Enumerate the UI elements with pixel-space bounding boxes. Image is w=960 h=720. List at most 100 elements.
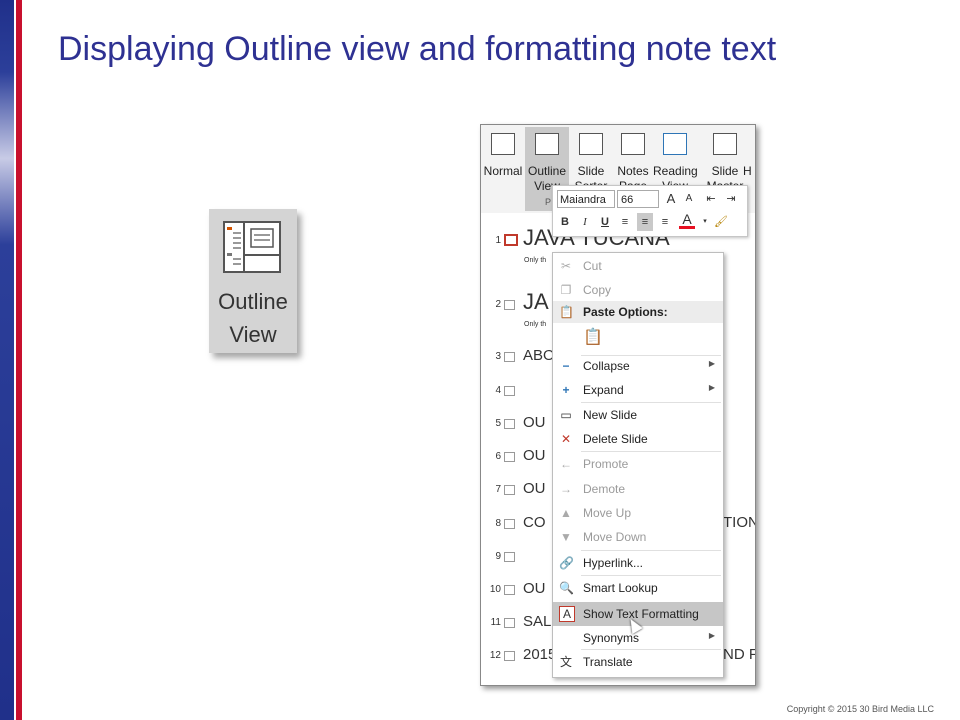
font-color-dropdown-icon[interactable]: ▾ [697,213,713,231]
smart-lookup-icon: 🔍 [559,581,574,595]
decrease-indent-icon[interactable]: ⇤ [703,190,719,208]
slide-sorter-icon [579,133,603,155]
outline-view-label-line2: View [229,322,277,347]
expand-icon: + [562,383,570,397]
menu-item-label: New Slide [583,408,638,422]
menu-item-label: Move Up [583,506,632,520]
slide-number: 1 [495,235,501,246]
delete-slide-icon: ✕ [560,432,572,446]
slide-title: Displaying Outline view and formatting n… [58,30,777,68]
menu-item-paste-keep-text[interactable]: 📋 [553,327,723,353]
slide-number: 3 [495,351,501,362]
font-name-box[interactable]: Maiandra [557,190,615,208]
ribbon-normal-button[interactable]: Normal [481,127,525,211]
underline-button[interactable]: U [597,213,613,231]
text-formatting-icon: A [559,606,575,622]
ribbon-group-fragment: P [545,197,552,207]
menu-item-label: Show Text Formatting [583,607,699,621]
font-size-box[interactable]: 66 [617,190,659,208]
menu-item-hyperlink[interactable]: 🔗 Hyperlink... [553,552,723,574]
menu-item-expand[interactable]: + Expand ▶ [553,379,723,401]
shrink-font-button[interactable]: A [681,190,697,208]
slide-icon [504,352,515,362]
submenu-arrow-icon: ▶ [708,631,715,640]
paste-icon: 📋 [559,305,574,319]
slide-icon [504,386,515,396]
align-left-icon[interactable]: ≡ [617,213,633,231]
hyperlink-icon: 🔗 [559,556,574,570]
slide-title-text[interactable]: JA [523,289,549,315]
slide-title-tail: ND F [723,646,756,663]
slide-icon [504,234,518,246]
slide-icon [504,300,515,310]
menu-separator [581,402,721,403]
menu-item-new-slide[interactable]: ▭ New Slide [553,404,723,426]
slide-icon [504,651,515,661]
slide-title-text[interactable]: OU [523,447,546,464]
slide-icon [504,585,515,595]
menu-item-label: Translate [583,655,633,669]
menu-item-move-up[interactable]: ▲ Move Up [553,502,723,524]
outline-view-icon [223,221,281,273]
outline-view-button[interactable]: Outline View [209,209,297,353]
slide-number: 7 [495,484,501,495]
menu-item-label: Delete Slide [583,432,648,446]
slide-number: 12 [489,650,501,661]
slide-number: 8 [495,518,501,529]
menu-item-label: Collapse [583,359,630,373]
cut-icon: ✂ [560,259,572,273]
menu-item-move-down[interactable]: ▼ Move Down [553,526,723,548]
left-accent-bar-red [16,0,22,720]
menu-item-collapse[interactable]: − Collapse ▶ [553,355,723,377]
demote-icon: → [560,482,572,496]
menu-item-translate[interactable]: 文 Translate [553,651,723,673]
slide-title-text[interactable]: OU [523,480,546,497]
slide-number: 9 [495,551,501,562]
menu-item-label: Demote [583,482,626,496]
slide-title-text[interactable]: ABO [523,347,555,364]
format-painter-icon[interactable]: 🖌 [713,213,729,231]
menu-separator [581,649,721,650]
increase-indent-icon[interactable]: ⇥ [723,190,739,208]
outline-view-label-line1: Outline [218,289,288,314]
notes-page-icon [621,133,645,155]
copy-icon: ❐ [560,283,572,297]
slide-icon [504,519,515,529]
reading-view-icon [663,133,687,155]
slide-title-text[interactable]: OU [523,580,546,597]
menu-item-demote[interactable]: → Demote [553,478,723,500]
copyright-text: Copyright © 2015 30 Bird Media LLC [786,704,934,714]
menu-item-label: Copy [583,283,612,297]
bold-button[interactable]: B [557,213,573,231]
slide-icon [504,419,515,429]
submenu-arrow-icon: ▶ [708,359,715,368]
slide-number: 10 [489,584,501,595]
ribbon-normal-label: Normal [483,164,523,178]
submenu-arrow-icon: ▶ [708,383,715,392]
align-center-icon[interactable]: ≡ [637,213,653,231]
grow-font-button[interactable]: A [663,190,679,208]
menu-item-delete-slide[interactable]: ✕ Delete Slide [553,428,723,450]
slide-title-text[interactable]: OU [523,414,546,431]
slide-icon [504,552,515,562]
slide-note-text: Only th [524,257,547,264]
slide-title-text[interactable]: SAL [523,613,551,630]
font-color-button[interactable]: A [679,210,695,229]
menu-item-copy[interactable]: ❐ Copy [553,279,723,301]
menu-item-cut[interactable]: ✂ Cut [553,255,723,277]
mini-toolbar: Maiandra 66 A A ⇤ ⇥ B I U ≡ ≡ ≡ A ▾ 🖌 [552,185,748,237]
menu-item-label: Move Down [583,530,647,544]
menu-separator [581,550,721,551]
slide-title-text[interactable]: CO [523,514,546,531]
menu-item-smart-lookup[interactable]: 🔍 Smart Lookup [553,577,723,599]
menu-item-label: Smart Lookup [583,581,658,595]
align-right-icon[interactable]: ≡ [657,213,673,231]
menu-item-label: Synonyms [583,631,640,645]
italic-button[interactable]: I [577,213,593,231]
slide-number: 4 [495,385,501,396]
menu-item-promote[interactable]: ← Promote [553,453,723,475]
slide-icon [504,452,515,462]
slide-icon [504,618,515,628]
promote-icon: ← [560,457,572,471]
menu-item-label: Paste Options: [583,305,668,319]
